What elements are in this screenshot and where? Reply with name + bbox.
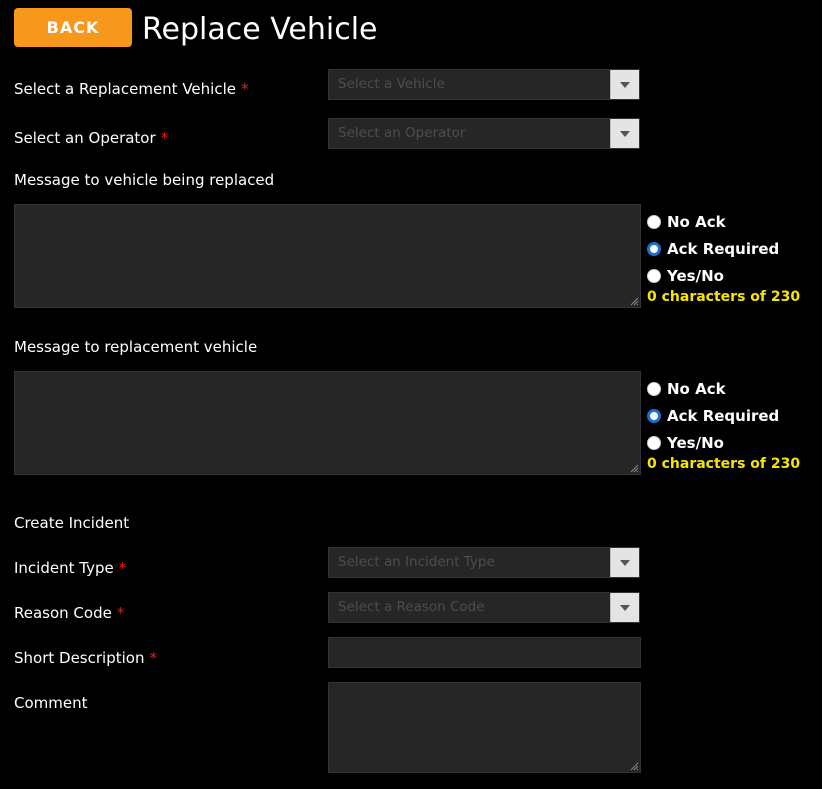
required-marker: *: [160, 129, 169, 147]
back-button[interactable]: BACK: [14, 8, 132, 47]
operator-select[interactable]: Select an Operator: [328, 118, 640, 149]
message-replaced-option-yes-no[interactable]: Yes/No: [647, 267, 724, 285]
required-marker: *: [116, 604, 125, 622]
short-description-label: Short Description *: [14, 649, 157, 667]
resize-grip-icon[interactable]: [630, 297, 639, 306]
select-placeholder: Select a Reason Code: [338, 599, 485, 615]
dropdown-arrow-icon[interactable]: [610, 548, 639, 577]
select-placeholder: Select an Operator: [338, 125, 466, 141]
message-replaced-char-counter: 0 characters of 230: [647, 289, 801, 305]
radio-button[interactable]: [647, 269, 661, 283]
select-placeholder: Select a Vehicle: [338, 76, 445, 92]
incident-type-label: Incident Type *: [14, 559, 127, 577]
replacement-vehicle-label: Select a Replacement Vehicle *: [14, 80, 249, 98]
reason-code-select[interactable]: Select a Reason Code: [328, 592, 640, 623]
resize-grip-icon[interactable]: [630, 762, 639, 771]
comment-textarea[interactable]: [328, 682, 641, 773]
dropdown-arrow-icon[interactable]: [610, 119, 639, 148]
required-marker: *: [118, 559, 127, 577]
page-title: Replace Vehicle: [142, 12, 378, 47]
radio-button[interactable]: [647, 382, 661, 396]
radio-button[interactable]: [647, 215, 661, 229]
resize-grip-icon[interactable]: [630, 464, 639, 473]
message-replaced-option-no-ack[interactable]: No Ack: [647, 213, 726, 231]
message-replaced-textarea[interactable]: [14, 204, 641, 308]
incident-type-select[interactable]: Select an Incident Type: [328, 547, 640, 578]
message-replacement-option-no-ack[interactable]: No Ack: [647, 380, 726, 398]
operator-label: Select an Operator *: [14, 129, 169, 147]
create-incident-heading: Create Incident: [14, 514, 130, 532]
dropdown-arrow-icon[interactable]: [610, 70, 639, 99]
radio-button[interactable]: [647, 436, 661, 450]
message-replacement-textarea[interactable]: [14, 371, 641, 475]
message-replacement-label: Message to replacement vehicle: [14, 338, 258, 356]
message-replaced-option-ack-required[interactable]: Ack Required: [647, 240, 779, 258]
message-replacement-char-counter: 0 characters of 230: [647, 456, 801, 472]
message-replaced-label: Message to vehicle being replaced: [14, 171, 275, 189]
select-placeholder: Select an Incident Type: [338, 554, 495, 570]
comment-label: Comment: [14, 694, 88, 712]
required-marker: *: [149, 649, 157, 667]
message-replacement-option-ack-required[interactable]: Ack Required: [647, 407, 779, 425]
required-marker: *: [240, 80, 249, 98]
radio-button-selected[interactable]: [647, 409, 661, 423]
reason-code-label: Reason Code *: [14, 604, 125, 622]
replacement-vehicle-select[interactable]: Select a Vehicle: [328, 69, 640, 100]
message-replacement-option-yes-no[interactable]: Yes/No: [647, 434, 724, 452]
short-description-input[interactable]: [328, 637, 641, 668]
radio-button-selected[interactable]: [647, 242, 661, 256]
dropdown-arrow-icon[interactable]: [610, 593, 639, 622]
